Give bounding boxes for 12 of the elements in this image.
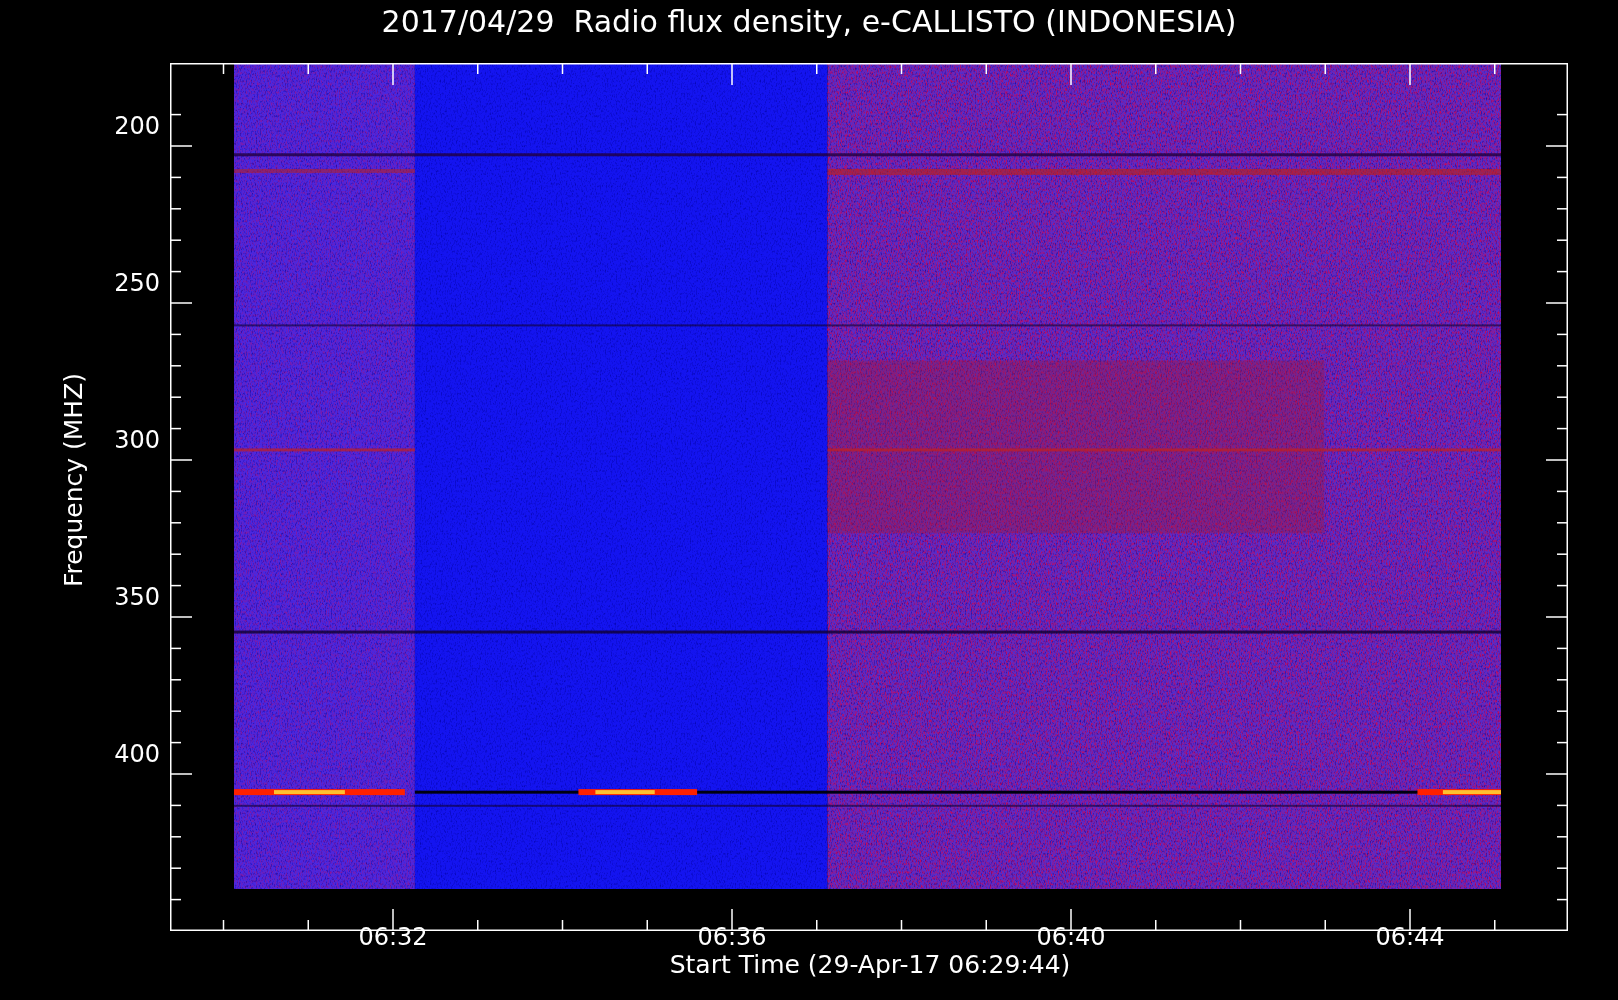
y-tick-label: 200 bbox=[114, 111, 160, 141]
y-tick-label: 350 bbox=[114, 582, 160, 612]
chart-title: 2017/04/29 Radio flux density, e-CALLISTO (INDONESIA) bbox=[381, 6, 1237, 37]
x-tick-label: 06:44 bbox=[1374, 922, 1446, 952]
x-tick-label: 06:36 bbox=[696, 922, 768, 952]
y-axis-label: Frequency (MHZ) bbox=[59, 371, 89, 590]
x-tick-label: 06:40 bbox=[1035, 922, 1107, 952]
y-tick-label: 300 bbox=[114, 425, 160, 455]
x-axis-label: Start Time (29-Apr-17 06:29:44) bbox=[668, 950, 1072, 980]
y-tick-label: 250 bbox=[114, 268, 160, 298]
x-tick-label: 06:32 bbox=[357, 922, 429, 952]
y-tick-label: 400 bbox=[114, 739, 160, 769]
